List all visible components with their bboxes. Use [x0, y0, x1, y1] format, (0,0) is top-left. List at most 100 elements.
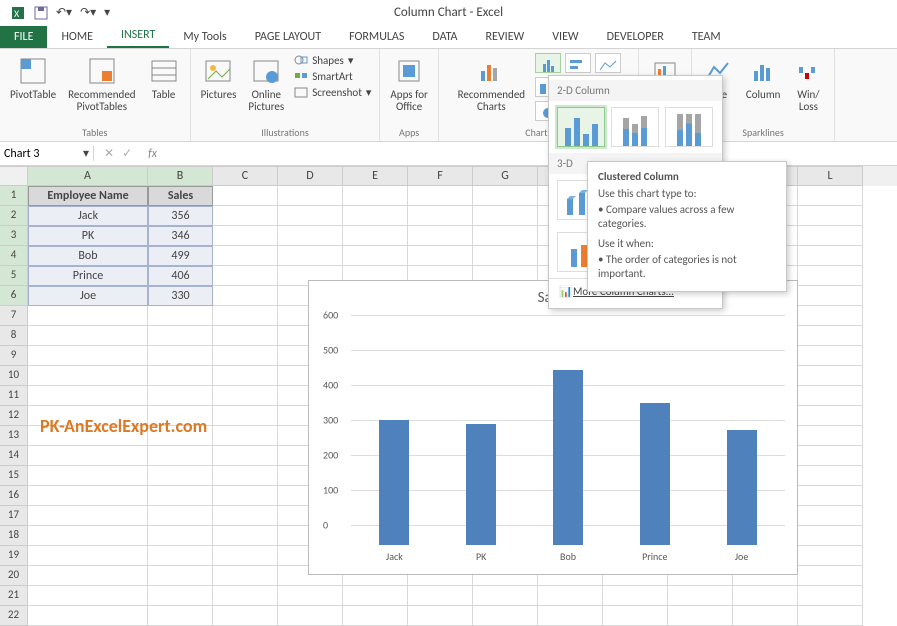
- name-box-dropdown-icon[interactable]: ▾: [83, 146, 89, 161]
- chart-plot-area[interactable]: 0100200300400500600JackPKBobPrinceJoe: [351, 315, 785, 545]
- chart-bar[interactable]: [379, 420, 409, 545]
- cell[interactable]: [28, 486, 148, 506]
- cell[interactable]: [278, 586, 343, 606]
- cell[interactable]: PK: [28, 226, 148, 246]
- cell[interactable]: [28, 606, 148, 626]
- cell[interactable]: [798, 206, 863, 226]
- cell[interactable]: [798, 226, 863, 246]
- cell[interactable]: [798, 526, 863, 546]
- cell[interactable]: [148, 546, 213, 566]
- smartart-button[interactable]: SmartArt: [294, 69, 371, 83]
- cell[interactable]: 406: [148, 266, 213, 286]
- tab-review[interactable]: REVIEW: [471, 26, 538, 48]
- cell[interactable]: [148, 346, 213, 366]
- cell[interactable]: [28, 366, 148, 386]
- cell[interactable]: [278, 206, 343, 226]
- cell[interactable]: [28, 326, 148, 346]
- cell[interactable]: [148, 366, 213, 386]
- row-header[interactable]: 13: [0, 426, 28, 446]
- row-header[interactable]: 21: [0, 586, 28, 606]
- cell[interactable]: [28, 586, 148, 606]
- row-header[interactable]: 12: [0, 406, 28, 426]
- col-header-L[interactable]: L: [798, 166, 863, 186]
- cell[interactable]: [213, 366, 278, 386]
- cell[interactable]: [798, 426, 863, 446]
- row-header[interactable]: 1: [0, 186, 28, 206]
- cell[interactable]: [538, 606, 603, 626]
- cell[interactable]: [798, 386, 863, 406]
- tab-developer[interactable]: DEVELOPER: [593, 26, 678, 48]
- cell[interactable]: [343, 246, 408, 266]
- cell[interactable]: Employee Name: [28, 186, 148, 206]
- excel-app-icon[interactable]: X: [10, 5, 26, 21]
- col-header-A[interactable]: A: [28, 166, 148, 186]
- cell[interactable]: [213, 326, 278, 346]
- cell[interactable]: [28, 446, 148, 466]
- cell[interactable]: [408, 186, 473, 206]
- cell[interactable]: [148, 566, 213, 586]
- cell[interactable]: [148, 386, 213, 406]
- cell[interactable]: [473, 586, 538, 606]
- cell[interactable]: [148, 586, 213, 606]
- cell[interactable]: [603, 606, 668, 626]
- row-header[interactable]: 4: [0, 246, 28, 266]
- cell[interactable]: [213, 386, 278, 406]
- fx-icon[interactable]: fx: [142, 147, 163, 161]
- tab-insert[interactable]: INSERT: [107, 24, 169, 48]
- cell[interactable]: [668, 586, 733, 606]
- cell[interactable]: Prince: [28, 266, 148, 286]
- cell[interactable]: [408, 206, 473, 226]
- cell[interactable]: [798, 326, 863, 346]
- sparkline-column-button[interactable]: Column: [744, 53, 783, 115]
- clustered-column-option[interactable]: [557, 107, 605, 147]
- col-header-G[interactable]: G: [473, 166, 538, 186]
- cell[interactable]: [148, 446, 213, 466]
- row-header[interactable]: 11: [0, 386, 28, 406]
- row-header[interactable]: 14: [0, 446, 28, 466]
- col-header-C[interactable]: C: [213, 166, 278, 186]
- cell[interactable]: [798, 346, 863, 366]
- cell[interactable]: [213, 246, 278, 266]
- cell[interactable]: [408, 606, 473, 626]
- cell[interactable]: [28, 466, 148, 486]
- cell[interactable]: [473, 206, 538, 226]
- cell[interactable]: [28, 346, 148, 366]
- row-header[interactable]: 5: [0, 266, 28, 286]
- cell[interactable]: [798, 566, 863, 586]
- cell[interactable]: [798, 406, 863, 426]
- stacked-100-column-option[interactable]: [665, 107, 713, 147]
- cell[interactable]: [213, 286, 278, 306]
- tab-file[interactable]: FILE: [0, 26, 47, 48]
- cell[interactable]: [668, 606, 733, 626]
- chart-bar[interactable]: [553, 370, 583, 545]
- cell[interactable]: [213, 306, 278, 326]
- cell[interactable]: [213, 226, 278, 246]
- pictures-button[interactable]: Pictures: [199, 53, 239, 115]
- cell[interactable]: [213, 466, 278, 486]
- cell[interactable]: [733, 606, 798, 626]
- cell[interactable]: 330: [148, 286, 213, 306]
- cell[interactable]: [213, 406, 278, 426]
- cell[interactable]: [798, 366, 863, 386]
- cell[interactable]: [538, 586, 603, 606]
- screenshot-button[interactable]: Screenshot▾: [294, 85, 371, 99]
- cell[interactable]: [148, 486, 213, 506]
- cell[interactable]: [213, 586, 278, 606]
- cell[interactable]: [343, 586, 408, 606]
- tab-home[interactable]: HOME: [47, 26, 107, 48]
- cell[interactable]: [278, 226, 343, 246]
- tab-team[interactable]: TEAM: [678, 26, 735, 48]
- cell[interactable]: [343, 186, 408, 206]
- row-header[interactable]: 15: [0, 466, 28, 486]
- chart-bar[interactable]: [727, 430, 757, 546]
- cell[interactable]: [148, 526, 213, 546]
- cell[interactable]: [148, 326, 213, 346]
- pivottable-button[interactable]: PivotTable: [8, 53, 58, 115]
- cell[interactable]: Sales: [148, 186, 213, 206]
- cell[interactable]: [798, 186, 863, 206]
- cell[interactable]: [798, 606, 863, 626]
- cell[interactable]: [798, 546, 863, 566]
- cell[interactable]: [148, 506, 213, 526]
- cell[interactable]: [408, 226, 473, 246]
- insert-bar-chart-button[interactable]: [565, 53, 591, 73]
